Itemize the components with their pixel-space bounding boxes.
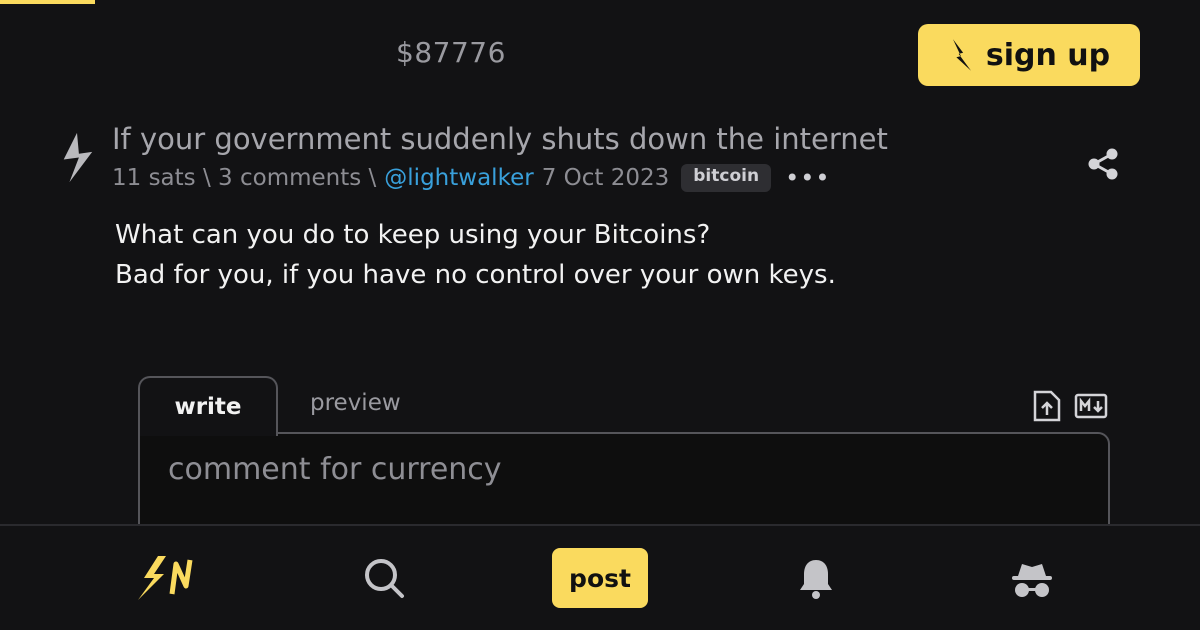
more-options-icon[interactable]: ••• — [785, 164, 830, 192]
tab-preview[interactable]: preview — [310, 390, 401, 416]
sn-logo-icon[interactable] — [134, 550, 206, 606]
tab-write[interactable]: write — [138, 376, 278, 436]
item-title[interactable]: If your government suddenly shuts down t… — [112, 122, 888, 156]
item-body: What can you do to keep using your Bitco… — [115, 215, 836, 295]
item-date[interactable]: 7 Oct 2023 — [542, 165, 670, 191]
item-author-link[interactable]: @lightwalker — [384, 165, 533, 191]
btc-price[interactable]: $87776 — [396, 36, 506, 69]
item-stats[interactable]: 11 sats \ 3 comments \ — [112, 165, 376, 191]
sign-up-button[interactable]: sign up — [918, 24, 1140, 86]
bottom-nav: post — [0, 524, 1200, 630]
search-icon[interactable] — [362, 556, 406, 600]
comment-placeholder: comment for currency — [168, 452, 502, 487]
top-accent-bar — [0, 0, 95, 4]
body-line: Bad for you, if you have no control over… — [115, 260, 836, 290]
markdown-icon[interactable] — [1074, 390, 1108, 422]
body-line: What can you do to keep using your Bitco… — [115, 220, 711, 250]
post-button[interactable]: post — [552, 548, 648, 608]
sub-badge[interactable]: bitcoin — [681, 164, 772, 192]
upload-icon[interactable] — [1032, 390, 1062, 422]
item-meta: 11 sats \ 3 comments \ @lightwalker 7 Oc… — [112, 164, 831, 192]
share-icon[interactable] — [1086, 147, 1120, 181]
app-root: $87776 sign up If your government sudden… — [0, 0, 1200, 630]
bell-icon[interactable] — [796, 556, 836, 600]
item-bolt-icon[interactable] — [58, 130, 98, 186]
anon-icon[interactable] — [1010, 560, 1054, 600]
sign-up-label: sign up — [985, 37, 1111, 73]
bolt-icon — [952, 39, 971, 71]
